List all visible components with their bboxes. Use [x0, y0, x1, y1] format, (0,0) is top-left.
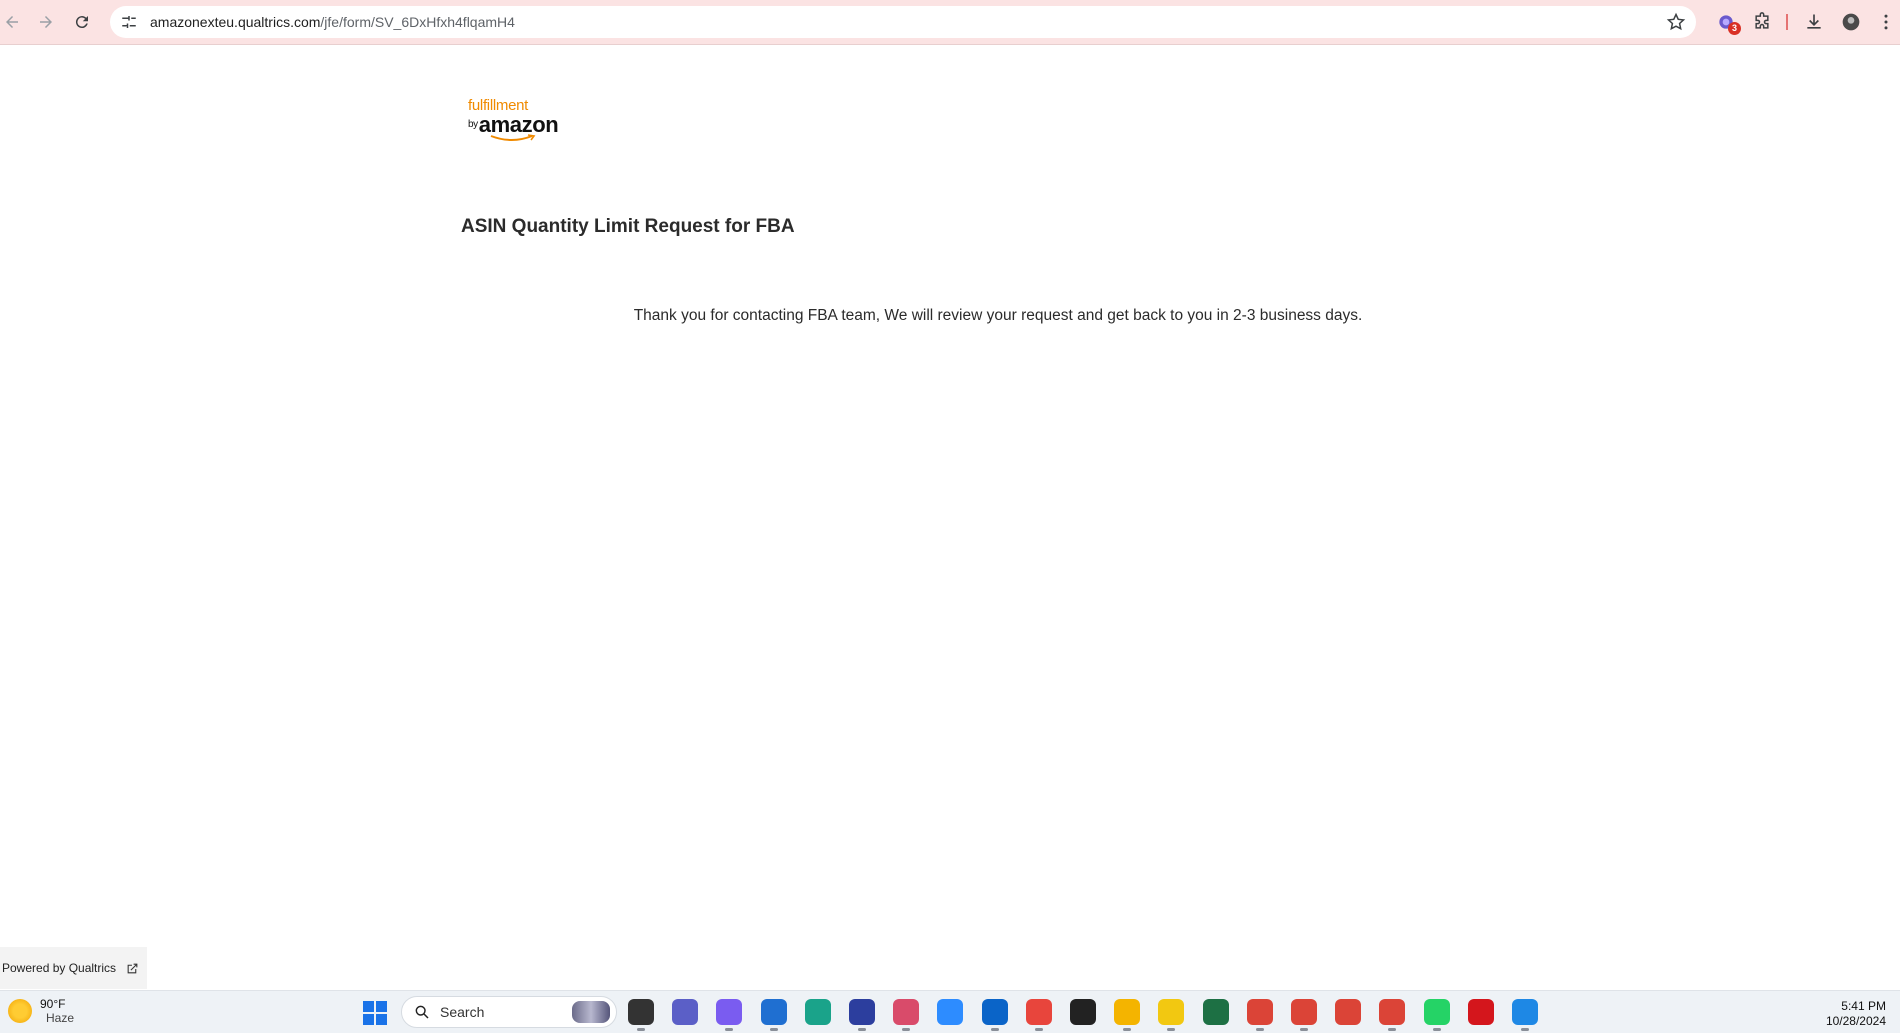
- copilot-app[interactable]: [716, 999, 742, 1031]
- back-button[interactable]: [0, 5, 29, 39]
- chrome-profile-4-app[interactable]: [1379, 999, 1405, 1031]
- zoom-app[interactable]: [937, 999, 963, 1025]
- notepad-app[interactable]: [628, 999, 654, 1031]
- search-icon: [415, 1005, 429, 1019]
- bookmark-star-icon[interactable]: [1666, 12, 1686, 32]
- outlook-app[interactable]: [982, 999, 1008, 1031]
- search-label: Search: [440, 1004, 485, 1020]
- windows-taskbar: 90°F Haze Search 5:41 PM 10/28/2024: [0, 990, 1900, 1033]
- weather-widget[interactable]: 90°F Haze: [8, 997, 74, 1025]
- logo-by: by: [468, 119, 478, 130]
- reload-button[interactable]: [65, 5, 99, 39]
- chrome-profile-1-app[interactable]: [1247, 999, 1273, 1031]
- start-tile: [363, 1001, 374, 1012]
- tune-icon: [122, 16, 136, 28]
- teams-app[interactable]: [672, 999, 698, 1025]
- thank-you-message: Thank you for contacting FBA team, We wi…: [633, 307, 1363, 324]
- start-tile: [376, 1014, 387, 1025]
- address-bar[interactable]: amazonexteu.qualtrics.com/jfe/form/SV_6D…: [110, 6, 1696, 38]
- downloads-button[interactable]: [1799, 7, 1829, 37]
- chrome-profile-3-app[interactable]: [1335, 999, 1361, 1025]
- url-text[interactable]: amazonexteu.qualtrics.com/jfe/form/SV_6D…: [150, 14, 515, 30]
- sticky-notes-app[interactable]: [1070, 999, 1096, 1025]
- site-info-button[interactable]: [114, 7, 144, 37]
- fulfillment-by-amazon-logo: fulfillment byamazon: [468, 98, 568, 142]
- page-title: ASIN Quantity Limit Request for FBA: [461, 216, 795, 237]
- browser-toolbar: amazonexteu.qualtrics.com/jfe/form/SV_6D…: [0, 0, 1900, 45]
- search-highlight-image: [572, 1001, 610, 1023]
- excel-app[interactable]: [1203, 999, 1229, 1025]
- amazon-smile-icon: [490, 134, 536, 141]
- avatar-icon: [1842, 13, 1860, 31]
- sway-app[interactable]: [805, 999, 831, 1025]
- toolbar-separator: [1786, 14, 1788, 30]
- profile-button[interactable]: [1836, 7, 1866, 37]
- windows-start-button[interactable]: [363, 1001, 387, 1025]
- edge-dev-app[interactable]: [761, 999, 787, 1031]
- extension-button[interactable]: 3: [1711, 7, 1741, 37]
- fax-scan-app[interactable]: [849, 999, 875, 1031]
- arrow-right-icon: [40, 16, 52, 28]
- start-tile: [363, 1014, 374, 1025]
- weather-condition: Haze: [46, 1011, 75, 1025]
- power-bi-app[interactable]: [1158, 999, 1184, 1031]
- clock-date: 10/28/2024: [1825, 1014, 1886, 1028]
- powered-by-label: Powered by Qualtrics: [2, 961, 117, 975]
- weather-temperature: 90°F: [40, 997, 66, 1011]
- forward-button[interactable]: [29, 5, 63, 39]
- arrow-left-icon: [6, 16, 18, 28]
- snipping-tool-app[interactable]: [893, 999, 919, 1031]
- taskbar-search-box[interactable]: Search: [401, 996, 617, 1028]
- system-clock[interactable]: 5:41 PM 10/28/2024: [1826, 999, 1886, 1029]
- powered-by-qualtrics-link[interactable]: Powered by Qualtrics: [0, 947, 147, 989]
- whatsapp-app[interactable]: [1424, 999, 1450, 1031]
- file-explorer-app[interactable]: [1114, 999, 1140, 1031]
- reload-icon: [75, 16, 88, 29]
- url-host: amazonexteu.qualtrics.com: [150, 14, 321, 30]
- acrobat-app[interactable]: [1468, 999, 1494, 1025]
- thank-you-message-container: Thank you for contacting FBA team, We wi…: [0, 307, 1900, 325]
- puzzle-icon: [1755, 12, 1769, 29]
- url-path: /jfe/form/SV_6DxHfxh4flqamH4: [320, 14, 515, 30]
- external-link-icon: [127, 963, 138, 973]
- extensions-menu-button[interactable]: [1747, 7, 1777, 37]
- clock-time: 5:41 PM: [1841, 999, 1886, 1013]
- start-tile: [376, 1001, 387, 1012]
- sun-haze-icon: [8, 999, 32, 1023]
- download-icon: [1807, 14, 1821, 29]
- extension-badge: 3: [1728, 22, 1741, 35]
- photos-app[interactable]: [1512, 999, 1538, 1031]
- kebab-menu-icon: [1884, 14, 1888, 30]
- chrome-profile-2-app[interactable]: [1291, 999, 1317, 1031]
- browser-menu-button[interactable]: [1871, 7, 1900, 37]
- chrome-app[interactable]: [1026, 999, 1052, 1031]
